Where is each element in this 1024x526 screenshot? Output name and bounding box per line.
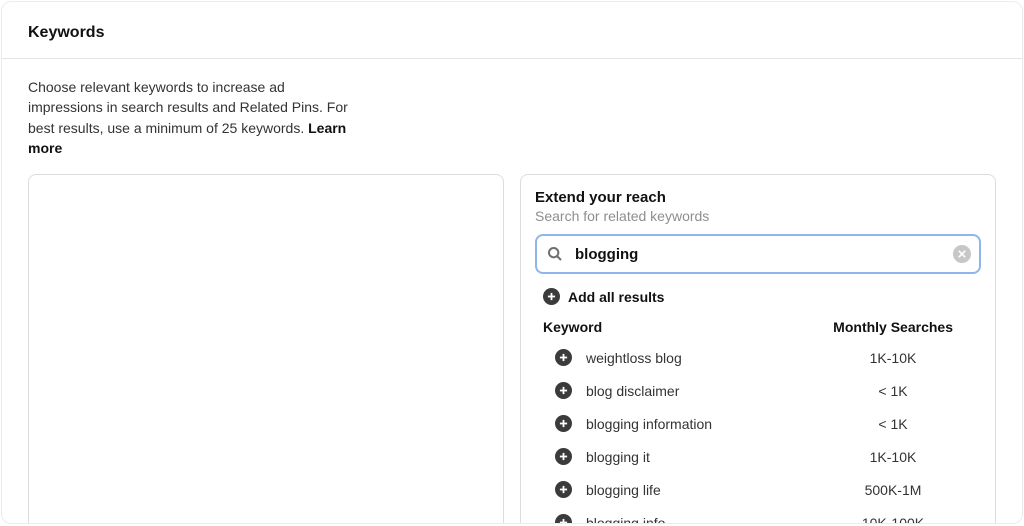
keyword-result-row[interactable]: blog disclaimer< 1K: [535, 374, 977, 407]
keyword-result-row[interactable]: blogging it1K-10K: [535, 440, 977, 473]
add-keyword-icon[interactable]: [555, 448, 572, 465]
monthly-searches-value: < 1K: [833, 416, 953, 432]
plus-icon: [543, 288, 560, 305]
add-keyword-icon[interactable]: [555, 415, 572, 432]
monthly-searches-value: < 1K: [833, 383, 953, 399]
keyword-result-row[interactable]: blogging life500K-1M: [535, 473, 977, 506]
results-list[interactable]: weightloss blog1K-10Kblog disclaimer< 1K…: [535, 341, 981, 524]
add-all-results-button[interactable]: Add all results: [535, 284, 981, 313]
keyword-text: blogging it: [572, 449, 833, 465]
keyword-text: blogging life: [572, 482, 833, 498]
intro-text: Choose relevant keywords to increase ad …: [2, 59, 382, 158]
keyword-text: weightloss blog: [572, 350, 833, 366]
column-keyword: Keyword: [543, 319, 602, 335]
add-all-label: Add all results: [568, 289, 664, 305]
monthly-searches-value: 1K-10K: [833, 449, 953, 465]
keyword-result-row[interactable]: blogging info10K-100K: [535, 506, 977, 524]
add-keyword-icon[interactable]: [555, 514, 572, 524]
add-keyword-icon[interactable]: [555, 349, 572, 366]
intro-body: Choose relevant keywords to increase ad …: [28, 79, 348, 136]
search-icon: [547, 246, 563, 262]
keyword-text: blogging information: [572, 416, 833, 432]
extend-reach-panel: Extend your reach Search for related key…: [520, 174, 996, 524]
monthly-searches-value: 1K-10K: [833, 350, 953, 366]
add-keyword-icon[interactable]: [555, 481, 572, 498]
extend-reach-title: Extend your reach: [535, 189, 981, 206]
add-keyword-icon[interactable]: [555, 382, 572, 399]
monthly-searches-value: 500K-1M: [833, 482, 953, 498]
keyword-text: blog disclaimer: [572, 383, 833, 399]
keyword-text: blogging info: [572, 515, 833, 524]
selected-keywords-panel[interactable]: [28, 174, 504, 524]
results-header: Keyword Monthly Searches: [535, 313, 981, 341]
keyword-result-row[interactable]: weightloss blog1K-10K: [535, 341, 977, 374]
clear-search-button[interactable]: [953, 245, 971, 263]
column-monthly-searches: Monthly Searches: [813, 319, 953, 335]
extend-reach-subtitle: Search for related keywords: [535, 208, 981, 224]
keyword-result-row[interactable]: blogging information< 1K: [535, 407, 977, 440]
monthly-searches-value: 10K-100K: [833, 515, 953, 524]
page-title: Keywords: [2, 2, 1022, 59]
keyword-search-input[interactable]: [535, 234, 981, 274]
